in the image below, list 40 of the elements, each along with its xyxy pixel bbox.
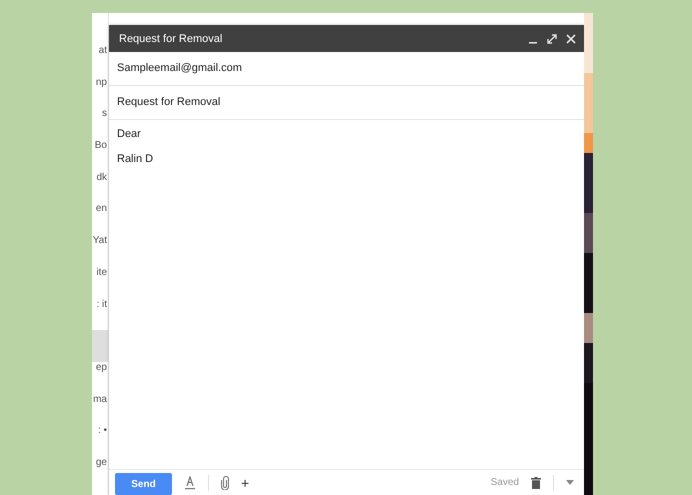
list-item-text: np: [96, 76, 108, 88]
list-item-text: s: [102, 108, 108, 120]
body-line: Ralin D: [117, 153, 154, 165]
list-row[interactable]: at: [92, 45, 108, 77]
close-icon[interactable]: [566, 34, 576, 44]
list-row[interactable]: : •: [92, 425, 108, 457]
list-row[interactable]: Bo: [92, 140, 108, 172]
more-options-button[interactable]: +: [241, 474, 250, 490]
list-row[interactable]: dk: [92, 172, 108, 204]
dropdown-arrow-icon[interactable]: [566, 480, 574, 485]
expand-icon[interactable]: [547, 34, 557, 44]
paperclip-icon[interactable]: [221, 476, 229, 490]
list-item-text: ep: [96, 362, 108, 373]
list-row[interactable]: en: [92, 203, 108, 236]
list-item-text: Bo: [94, 140, 108, 152]
saved-status: Saved: [490, 477, 519, 488]
list-item-text: : it: [96, 298, 108, 310]
text-format-icon[interactable]: [184, 476, 196, 490]
list-item-text: en: [96, 203, 108, 214]
list-row[interactable]: ep: [92, 362, 108, 394]
list-item-text: dk: [96, 172, 108, 183]
message-body[interactable]: Dear Ralin D: [109, 120, 584, 469]
trash-icon[interactable]: [531, 476, 541, 488]
list-row[interactable]: np: [92, 76, 108, 108]
list-row[interactable]: ma: [92, 394, 108, 426]
list-item-text: ge: [96, 456, 108, 468]
list-item-text: Yat: [92, 235, 108, 246]
list-row[interactable]: Yat: [92, 235, 108, 267]
body-line: Dear: [117, 128, 142, 140]
list-item-text: ma: [93, 394, 108, 405]
list-row[interactable]: : it: [92, 298, 108, 330]
subject-field[interactable]: Request for Removal: [109, 86, 584, 120]
list-row[interactable]: ge: [92, 456, 108, 489]
list-row[interactable]: ite: [92, 266, 108, 298]
list-item-text: at: [98, 45, 108, 56]
list-item-text: : •: [98, 425, 108, 436]
to-field[interactable]: Sampleemail@gmail.com: [109, 52, 584, 86]
window-title: Request for Removal: [119, 32, 224, 44]
list-item-text: ite: [96, 266, 108, 278]
list-row[interactable]: s: [92, 108, 108, 140]
